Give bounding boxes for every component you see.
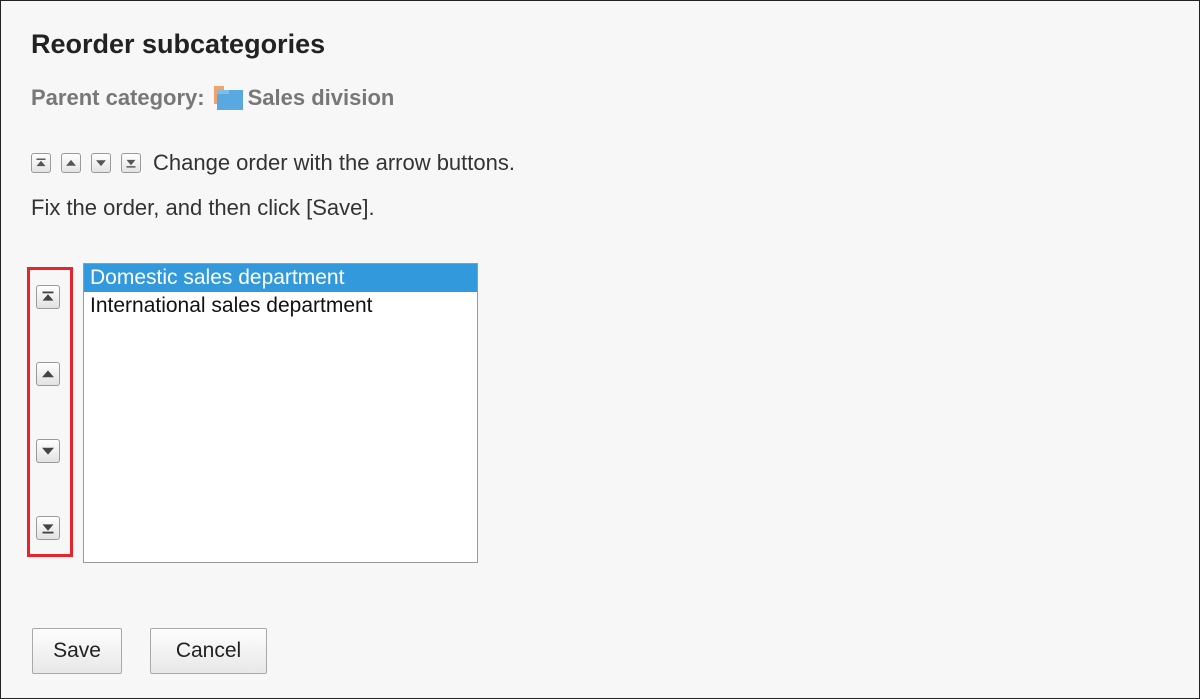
parent-category-name: Sales division	[247, 85, 395, 110]
instruction-line-1: Change order with the arrow buttons.	[31, 150, 515, 176]
move-up-icon	[61, 153, 81, 173]
instruction-text-1: Change order with the arrow buttons.	[153, 150, 515, 175]
reorder-panel: Reorder subcategories Parent category: S…	[0, 0, 1200, 699]
list-item[interactable]: Domestic sales department	[84, 264, 477, 292]
move-up-button[interactable]	[36, 362, 60, 386]
arrow-buttons-highlight	[27, 267, 73, 557]
save-button[interactable]: Save	[32, 628, 122, 674]
move-down-button[interactable]	[36, 439, 60, 463]
parent-category: Parent category: Sales division	[31, 85, 394, 111]
move-to-bottom-button[interactable]	[36, 516, 60, 540]
move-bottom-icon	[121, 153, 141, 173]
move-down-icon	[91, 153, 111, 173]
list-item[interactable]: International sales department	[84, 292, 477, 320]
subcategory-listbox[interactable]: Domestic sales department International …	[83, 263, 478, 563]
page-title: Reorder subcategories	[31, 29, 326, 59]
parent-category-label: Parent category:	[31, 85, 205, 110]
instruction-line-2: Fix the order, and then click [Save].	[31, 195, 375, 220]
folder-icon	[213, 85, 245, 111]
cancel-button[interactable]: Cancel	[150, 628, 267, 674]
move-top-icon	[31, 153, 51, 173]
move-to-top-button[interactable]	[36, 285, 60, 309]
